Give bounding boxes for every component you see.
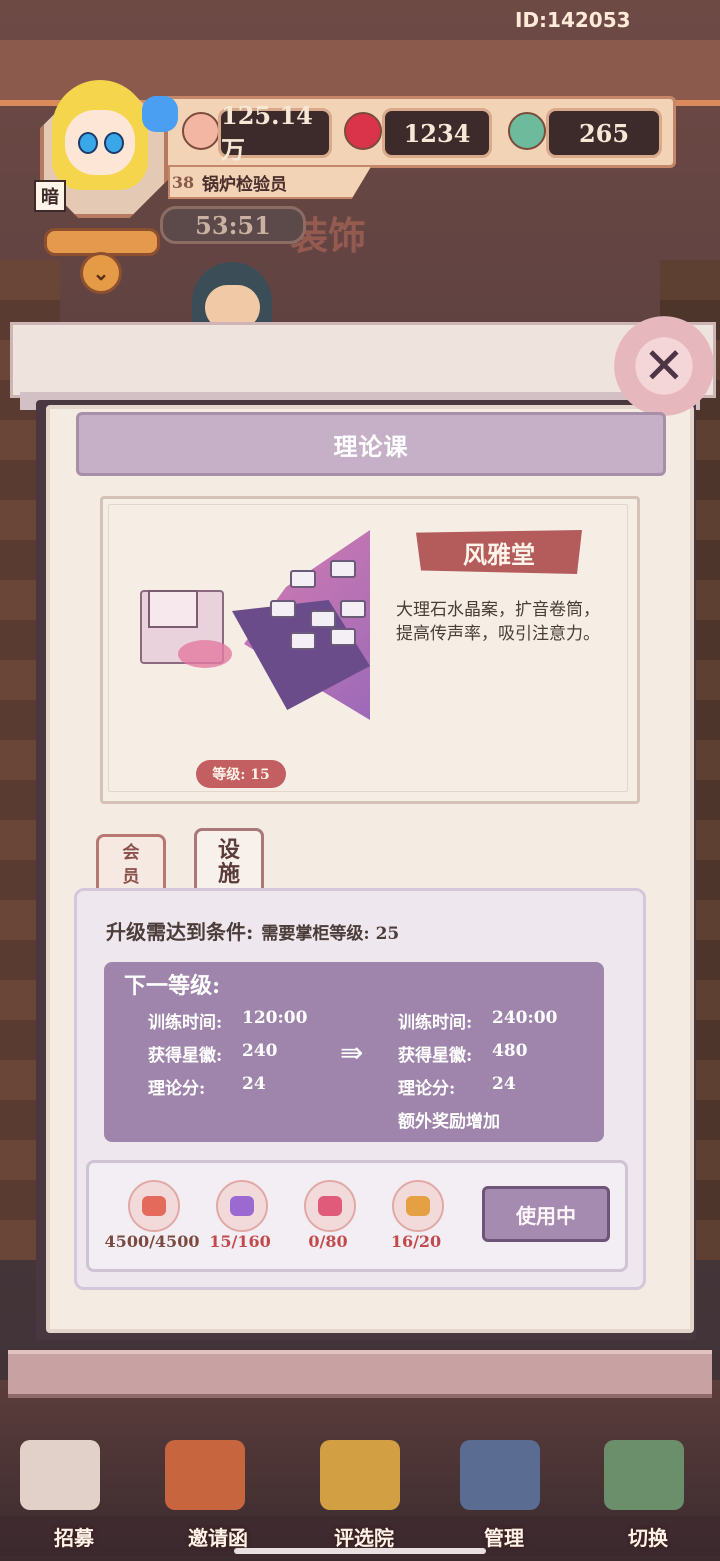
- dialog-title: 理论课: [76, 412, 666, 476]
- cost-value: 15/160: [209, 1232, 271, 1251]
- player-title: 锅炉检验员: [202, 174, 287, 195]
- facility-level: 等级: 15: [196, 760, 286, 788]
- heart-currency-value: 125.14万: [221, 101, 313, 164]
- red-gem-value: 1234: [403, 118, 471, 148]
- dialog-top-rail: [10, 322, 716, 398]
- cost-value: 0/80: [308, 1232, 348, 1251]
- facility-name: 风雅堂: [416, 530, 582, 574]
- chevron-down-icon: ⌄: [92, 261, 110, 285]
- pink-crystal-icon: [304, 1180, 356, 1232]
- jade-coin-icon: [508, 112, 546, 150]
- dark-mode-tag[interactable]: 暗: [34, 180, 66, 212]
- current-stat-label: 训练时间:: [148, 1013, 223, 1033]
- desk-icon: [330, 560, 356, 578]
- upgrade-requirement: 升级需达到条件: 需要掌柜等级: 25: [106, 916, 399, 945]
- recruit-icon: [20, 1440, 100, 1510]
- desk-icon: [270, 600, 296, 618]
- desk-icon: [290, 570, 316, 588]
- switch-map-icon: [604, 1440, 684, 1510]
- next-stat-value: 240:00: [492, 1008, 558, 1028]
- in-use-button[interactable]: 使用中: [482, 1186, 610, 1242]
- avatar: [65, 110, 135, 175]
- extra-bonus-note: 额外奖励增加: [398, 1112, 500, 1132]
- countdown-timer: 53:51: [160, 206, 306, 244]
- manage-icon: [460, 1440, 540, 1510]
- desk-icon: [290, 632, 316, 650]
- expand-menu-button[interactable]: ⌄: [80, 252, 122, 294]
- next-stat-value: 24: [492, 1074, 516, 1094]
- current-stat-label: 理论分:: [148, 1079, 206, 1099]
- jade-coin-value: 265: [578, 118, 630, 148]
- desk-icon: [340, 600, 366, 618]
- next-stat-label: 获得星徽:: [398, 1046, 473, 1066]
- player-level-plate: 38 锅炉检验员: [168, 165, 372, 199]
- dialog-base: [8, 1350, 712, 1398]
- desk-icon: [330, 628, 356, 646]
- close-icon: ✕: [643, 337, 685, 395]
- tab-members-label: 会员: [122, 843, 140, 887]
- next-stat-value: 480: [492, 1041, 528, 1061]
- requirement-detail: 需要掌柜等级: 25: [261, 924, 400, 944]
- avatar-hand: [142, 96, 178, 132]
- heart-currency-counter[interactable]: 125.14万: [218, 101, 332, 164]
- current-stat-value: 120:00: [242, 1008, 308, 1028]
- cost-value: 4500/4500: [104, 1232, 200, 1251]
- desk-icon: [310, 610, 336, 628]
- red-gem-counter[interactable]: 1234: [382, 108, 492, 158]
- screen-icon: [148, 590, 198, 628]
- current-stat-value: 24: [242, 1074, 266, 1094]
- tab-members[interactable]: 会员: [96, 834, 166, 896]
- current-stat-value: 240: [242, 1041, 278, 1061]
- invitation-icon: [165, 1440, 245, 1510]
- red-gem-icon: [344, 112, 382, 150]
- home-indicator[interactable]: [234, 1548, 486, 1554]
- avatar-eye-left: [78, 132, 98, 154]
- purple-crystal-icon: [216, 1180, 268, 1232]
- heart-coin-icon: [182, 112, 220, 150]
- tab-facility-label: 设施: [217, 837, 240, 887]
- facility-description: 大理石水晶案，扩音卷筒，提高传声率，吸引注意力。: [396, 600, 600, 644]
- gold-crystal-icon: [392, 1180, 444, 1232]
- spotlight-icon: [178, 640, 232, 668]
- tab-facility[interactable]: 设施: [194, 828, 264, 896]
- nav-switch[interactable]: 切换: [598, 1516, 698, 1556]
- next-level-title: 下一等级:: [124, 973, 221, 999]
- requirement-label: 升级需达到条件:: [106, 920, 254, 944]
- cost-value: 16/20: [390, 1232, 442, 1251]
- close-button[interactable]: ✕: [614, 316, 714, 416]
- account-id: ID:142053: [515, 8, 631, 32]
- jade-coin-counter[interactable]: 265: [546, 108, 662, 158]
- nav-recruit[interactable]: 招募: [24, 1516, 124, 1556]
- next-stat-label: 理论分:: [398, 1079, 456, 1099]
- player-level: 38: [171, 172, 195, 192]
- next-stat-label: 训练时间:: [398, 1013, 473, 1033]
- selection-hall-icon: [320, 1440, 400, 1510]
- heart-coin-icon: [128, 1180, 180, 1232]
- avatar-eye-right: [104, 132, 124, 154]
- current-stat-label: 获得星徽:: [148, 1046, 223, 1066]
- upgrade-arrow-icon: ⇛: [340, 1036, 364, 1069]
